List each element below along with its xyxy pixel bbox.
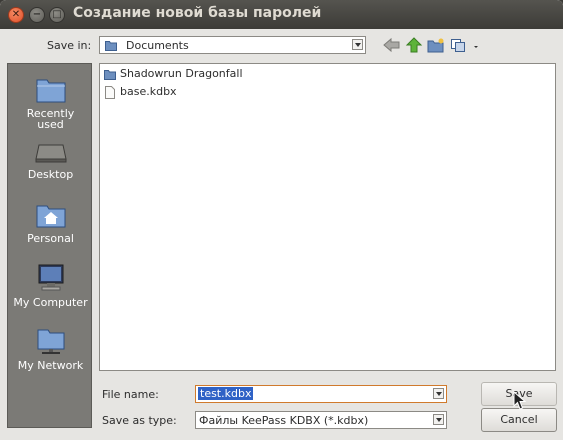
file-name-field[interactable]: test.kdbx — [195, 385, 447, 403]
file-name: Shadowrun Dragonfall — [120, 67, 243, 80]
save-in-value: Documents — [126, 39, 189, 52]
sidebar-item-label: My Computer — [13, 296, 88, 309]
recent-folder-icon — [36, 79, 65, 103]
list-item[interactable]: Shadowrun Dragonfall — [104, 66, 243, 82]
cancel-button[interactable]: Cancel — [481, 408, 557, 432]
up-folder-icon[interactable] — [405, 37, 423, 53]
home-folder-icon — [36, 205, 65, 228]
window-title: Создание новой базы паролей — [73, 5, 322, 21]
chevron-down-icon[interactable] — [433, 388, 444, 399]
chevron-down-icon[interactable] — [352, 39, 363, 50]
folder-icon — [105, 41, 117, 51]
sidebar-item-my-network[interactable]: My Network — [8, 326, 93, 371]
sidebar-item-recently-used[interactable]: Recently used — [8, 74, 93, 130]
close-window-button[interactable]: ✕ — [8, 7, 24, 23]
maximize-window-button[interactable]: □ — [49, 7, 65, 23]
save-as-type-label: Save as type: — [102, 414, 177, 427]
save-as-type-select[interactable]: Файлы KeePass KDBX (*.kdbx) — [195, 411, 447, 429]
sidebar-item-personal[interactable]: Personal — [8, 203, 93, 244]
view-menu-icon[interactable] — [450, 37, 480, 53]
network-icon — [37, 329, 64, 354]
list-item[interactable]: base.kdbx — [104, 84, 177, 100]
folder-icon — [104, 69, 116, 80]
chevron-down-icon[interactable] — [433, 414, 444, 425]
desktop-icon — [34, 144, 67, 163]
file-name: base.kdbx — [120, 85, 177, 98]
mouse-cursor-icon — [513, 391, 527, 410]
sidebar-item-label: My Network — [17, 359, 84, 372]
places-sidebar: Recently used Desktop Personal My Comput… — [7, 63, 92, 428]
sidebar-item-label: Personal — [27, 232, 74, 245]
sidebar-item-desktop[interactable]: Desktop — [8, 143, 93, 180]
new-folder-icon[interactable] — [427, 37, 445, 53]
sidebar-item-my-computer[interactable]: My Computer — [8, 263, 93, 308]
file-name-label: File name: — [102, 388, 159, 401]
computer-icon — [38, 264, 63, 291]
file-list[interactable]: Shadowrun Dragonfall base.kdbx — [99, 63, 556, 371]
save-in-combo[interactable]: Documents — [99, 36, 366, 54]
save-dialog-window: ✕ − □ Создание новой базы паролей Save i… — [0, 0, 563, 440]
sidebar-item-label: used — [37, 118, 64, 131]
file-icon — [105, 85, 115, 99]
sidebar-item-label: Desktop — [27, 168, 74, 181]
save-as-type-value: Файлы KeePass KDBX (*.kdbx) — [199, 414, 369, 427]
back-arrow-icon[interactable] — [383, 37, 401, 53]
file-name-input[interactable]: test.kdbx — [198, 387, 254, 400]
minimize-window-button[interactable]: − — [29, 7, 45, 23]
title-bar[interactable]: ✕ − □ Создание новой базы паролей — [0, 0, 563, 29]
save-in-label: Save in: — [47, 39, 92, 52]
